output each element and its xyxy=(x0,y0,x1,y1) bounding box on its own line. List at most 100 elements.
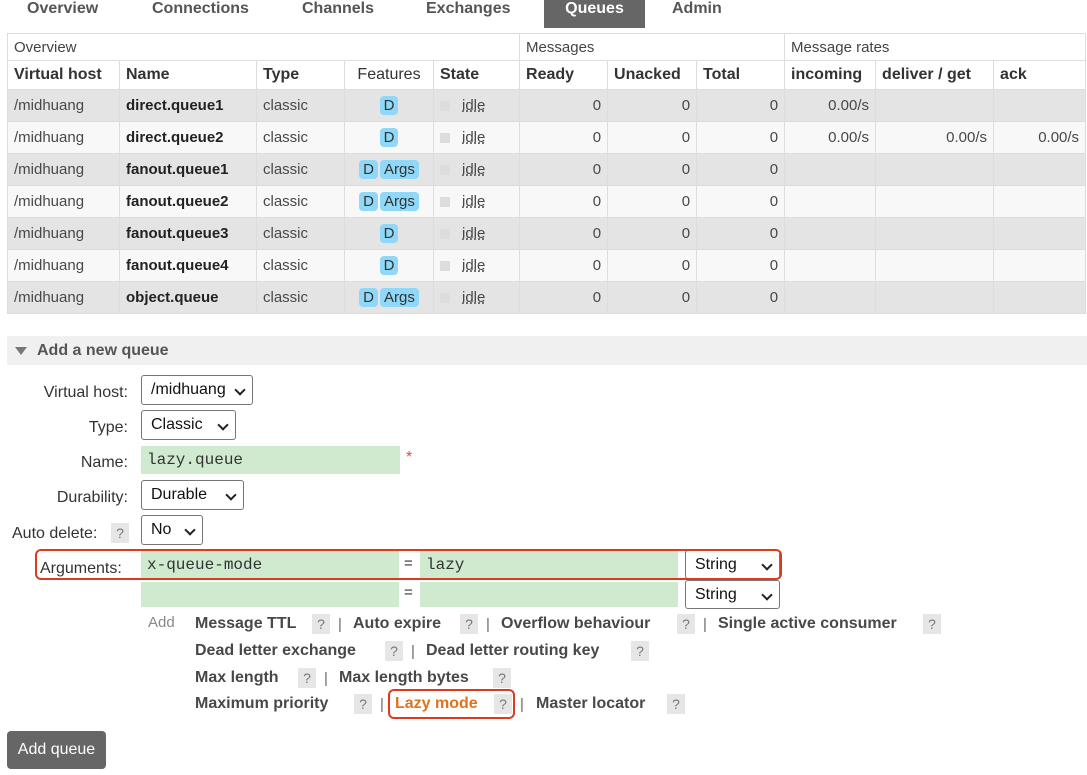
tab-overview[interactable]: Overview xyxy=(27,0,98,28)
dead-letter-exchange-help-icon[interactable]: ? xyxy=(385,641,403,661)
type-cell: classic xyxy=(256,217,345,250)
option-max-length-bytes[interactable]: Max length bytes xyxy=(339,669,469,687)
unacked-cell: 0 xyxy=(607,281,698,314)
unacked-cell: 0 xyxy=(607,89,698,122)
option-dead-letter-routing-key[interactable]: Dead letter routing key xyxy=(426,642,599,660)
tab-channels[interactable]: Channels xyxy=(302,0,374,28)
option-single-active-consumer[interactable]: Single active consumer xyxy=(718,615,897,633)
col-virtual-host[interactable]: Virtual host xyxy=(7,60,120,90)
tab-exchanges[interactable]: Exchanges xyxy=(426,0,510,28)
vhost-select-value: /midhuang xyxy=(151,381,226,398)
option-max-length[interactable]: Max length xyxy=(195,669,279,687)
type-cell: classic xyxy=(256,153,345,186)
col-deliver-get[interactable]: deliver / get xyxy=(875,60,995,90)
chevron-down-icon xyxy=(217,419,229,431)
option-message-ttl[interactable]: Message TTL xyxy=(195,615,296,633)
ready-cell: 0 xyxy=(519,249,609,282)
message-ttl-help-icon[interactable]: ? xyxy=(312,614,330,634)
argument-key-input-2[interactable] xyxy=(141,582,399,607)
col-state[interactable]: State xyxy=(432,60,521,90)
chevron-down-icon xyxy=(225,489,237,501)
col-unacked[interactable]: Unacked xyxy=(607,60,698,90)
col-type[interactable]: Type xyxy=(256,60,345,90)
auto-expire-help-icon[interactable]: ? xyxy=(460,614,478,634)
add-queue-section-header[interactable]: Add a new queue xyxy=(7,336,1087,365)
state-square-icon xyxy=(440,229,450,240)
features-cell: D xyxy=(344,121,434,154)
queue-name-cell[interactable]: direct.queue2 xyxy=(119,121,257,154)
auto-delete-select[interactable]: No xyxy=(141,515,203,545)
name-label: Name: xyxy=(80,454,128,471)
lazy-mode-highlight-box xyxy=(388,689,515,719)
table-row[interactable]: /midhuang fanout.queue4 classic Didle 0 0 0 xyxy=(7,249,1087,282)
durable-badge: D xyxy=(379,224,399,243)
state-square-icon xyxy=(440,293,450,304)
ack-cell xyxy=(993,281,1087,314)
dead-letter-routing-key-help-icon[interactable]: ? xyxy=(631,641,649,661)
argument-value-input-2[interactable] xyxy=(420,582,678,607)
features-cell: D Args xyxy=(344,185,434,218)
total-cell: 0 xyxy=(696,217,786,250)
args-badge: Args xyxy=(380,192,419,211)
state-cell: idle xyxy=(432,89,521,122)
table-row[interactable]: /midhuang object.queue classic D Args idle 0 0 0 xyxy=(7,281,1087,314)
add-queue-button[interactable]: Add queue xyxy=(7,731,106,769)
ready-cell: 0 xyxy=(519,185,609,218)
tab-queues[interactable]: Queues xyxy=(544,0,645,28)
col-incoming[interactable]: incoming xyxy=(784,60,877,90)
separator: | xyxy=(338,616,342,633)
option-auto-expire[interactable]: Auto expire xyxy=(353,615,441,633)
durability-select[interactable]: Durable xyxy=(141,480,244,510)
option-dead-letter-exchange[interactable]: Dead letter exchange xyxy=(195,642,356,660)
vhost-select[interactable]: /midhuang xyxy=(141,375,253,405)
separator: | xyxy=(324,670,328,687)
name-input[interactable]: lazy.queue xyxy=(141,446,400,474)
tab-admin[interactable]: Admin xyxy=(672,0,722,28)
deliver-get-cell xyxy=(875,89,995,122)
type-select[interactable]: Classic xyxy=(141,410,236,440)
ready-cell: 0 xyxy=(519,281,609,314)
option-master-locator[interactable]: Master locator xyxy=(536,695,645,713)
incoming-cell: 0.00/s xyxy=(784,121,877,154)
maximum-priority-help-icon[interactable]: ? xyxy=(354,694,372,714)
type-cell: classic xyxy=(256,281,345,314)
table-row[interactable]: /midhuang direct.queue1 classic Didle 0 0 0 0.0… xyxy=(7,89,1087,122)
features-cell: D xyxy=(344,89,434,122)
queue-name-cell[interactable]: fanout.queue2 xyxy=(119,185,257,218)
table-row[interactable]: /midhuang direct.queue2 classic Didle 0 0 0 0.0… xyxy=(7,121,1087,154)
queue-name-cell[interactable]: direct.queue1 xyxy=(119,89,257,122)
max-length-help-icon[interactable]: ? xyxy=(298,668,316,688)
table-row[interactable]: /midhuang fanout.queue2 classic D Args idle 0 0… xyxy=(7,185,1087,218)
chevron-down-icon xyxy=(761,589,773,601)
col-ready[interactable]: Ready xyxy=(519,60,609,90)
col-name[interactable]: Name xyxy=(119,60,257,90)
table-row[interactable]: /midhuang fanout.queue3 classic Didle 0 0 0 xyxy=(7,217,1087,250)
option-maximum-priority[interactable]: Maximum priority xyxy=(195,695,328,713)
state-cell: idle xyxy=(432,217,521,250)
state-label: idle xyxy=(462,161,486,178)
table-row[interactable]: /midhuang fanout.queue1 classic D Args idle 0 0… xyxy=(7,153,1087,186)
queue-name-cell[interactable]: fanout.queue1 xyxy=(119,153,257,186)
queue-name-cell[interactable]: object.queue xyxy=(119,281,257,314)
master-locator-help-icon[interactable]: ? xyxy=(667,694,685,714)
auto-delete-help-icon[interactable]: ? xyxy=(111,523,129,543)
overflow-help-icon[interactable]: ? xyxy=(677,614,695,634)
max-length-bytes-help-icon[interactable]: ? xyxy=(493,668,511,688)
vhost-cell: /midhuang xyxy=(7,217,120,250)
unacked-cell: 0 xyxy=(607,153,698,186)
vhost-cell: /midhuang xyxy=(7,185,120,218)
tab-connections[interactable]: Connections xyxy=(152,0,249,28)
single-active-consumer-help-icon[interactable]: ? xyxy=(923,614,941,634)
total-cell: 0 xyxy=(696,121,786,154)
col-total[interactable]: Total xyxy=(696,60,786,90)
arguments-highlight-box xyxy=(35,549,782,580)
ack-cell xyxy=(993,217,1087,250)
queue-name-cell[interactable]: fanout.queue3 xyxy=(119,217,257,250)
argument-type-select-2[interactable]: String xyxy=(685,580,780,609)
group-overview: Overview xyxy=(6,33,521,61)
vhost-cell: /midhuang xyxy=(7,89,120,122)
queue-name-cell[interactable]: fanout.queue4 xyxy=(119,249,257,282)
col-ack[interactable]: ack xyxy=(993,60,1087,90)
collapse-triangle-icon xyxy=(15,347,27,355)
option-overflow-behaviour[interactable]: Overflow behaviour xyxy=(501,615,650,633)
